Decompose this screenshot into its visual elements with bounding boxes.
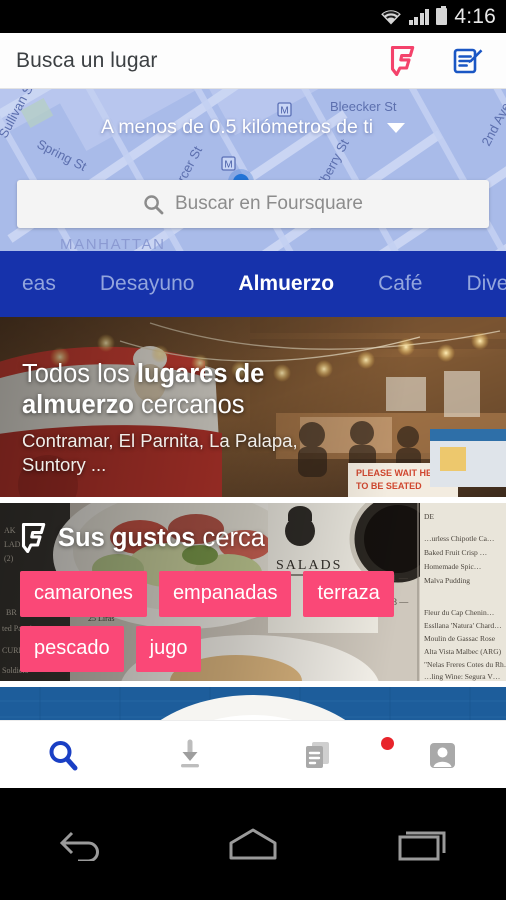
phone-screen: 4:16 Busca un lugar Spring St Mercer St … — [0, 0, 506, 900]
bottom-nav-profile[interactable] — [380, 721, 506, 788]
foursquare-logo-button[interactable] — [386, 45, 418, 77]
map-hero[interactable]: Spring St Mercer St Bleecker St Mulberry… — [0, 89, 506, 251]
cellular-signal-icon — [408, 9, 430, 25]
radius-selector[interactable]: A menos de 0.5 kilómetros de ti — [0, 116, 506, 139]
recents-icon — [398, 831, 446, 861]
download-arrow-icon — [180, 739, 199, 767]
tastes-card-header: Sus gustos cerca — [20, 523, 265, 553]
tab-diversion[interactable]: Diversión — [444, 272, 506, 296]
wifi-icon — [380, 9, 402, 25]
taste-chip[interactable]: empanadas — [158, 571, 292, 617]
profile-notification-badge — [381, 737, 394, 750]
card-tastes-nearby[interactable]: AKLAD(2) BRted Pastries CURESoldiers — [0, 503, 506, 681]
bottom-nav-lists[interactable] — [253, 721, 380, 788]
lunch-title-suffix: cercanos — [133, 391, 245, 419]
home-icon — [229, 828, 277, 860]
chevron-down-icon — [387, 122, 406, 133]
tab-almuerzo[interactable]: Almuerzo — [216, 272, 356, 296]
compose-edit-icon — [453, 48, 482, 73]
taste-chip-list: camarones empanadas terraza pescado jugo — [20, 571, 492, 672]
foursquare-logo-icon — [21, 523, 46, 553]
tastes-title-bold: Sus gustos — [58, 523, 196, 552]
search-input[interactable]: Buscar en Foursquare — [17, 180, 489, 228]
lunch-card-subtitle: Contramar, El Parnita, La Palapa, Suntor… — [22, 430, 298, 475]
bottom-nav-bar — [0, 720, 506, 788]
map-neighborhood-label: MANHATTAN — [60, 236, 166, 251]
status-bar-icons — [380, 6, 448, 25]
back-arrow-icon — [60, 831, 100, 861]
taste-chip[interactable]: terraza — [303, 571, 394, 617]
bottom-nav-search[interactable] — [0, 721, 127, 788]
lunch-card-body: Todos los lugares de almuerzo cercanos C… — [22, 359, 356, 477]
feed: PLEASE WAIT HERETO BE SEATED — [0, 317, 506, 787]
svg-text:M: M — [224, 160, 232, 171]
tastes-title-rest: cerca — [195, 523, 265, 552]
taste-chip[interactable]: jugo — [135, 626, 202, 672]
lunch-card-title: Todos los lugares de almuerzo cercanos — [22, 359, 356, 421]
taste-chip[interactable]: pescado — [20, 626, 124, 672]
app-bar-actions — [386, 45, 490, 77]
app-bar: Busca un lugar — [0, 33, 506, 89]
category-tab-bar[interactable]: eas Desayuno Almuerzo Café Diversión — [0, 251, 506, 317]
svg-text:M: M — [280, 106, 288, 117]
search-placeholder: Buscar en Foursquare — [175, 193, 363, 214]
profile-avatar-icon — [429, 742, 455, 768]
lunch-title-prefix: Todos los — [22, 360, 137, 388]
lists-stack-icon — [306, 741, 330, 768]
android-nav-bar — [0, 788, 506, 900]
tab-ideas[interactable]: eas — [0, 272, 78, 296]
foursquare-logo-icon — [390, 45, 414, 76]
android-recents-button[interactable] — [337, 827, 506, 861]
bottom-nav-saved[interactable] — [127, 721, 254, 788]
card-lunch-places[interactable]: PLEASE WAIT HERETO BE SEATED — [0, 317, 506, 497]
tab-desayuno[interactable]: Desayuno — [78, 272, 217, 296]
android-back-button[interactable] — [0, 827, 169, 861]
search-icon — [49, 740, 78, 770]
tab-cafe[interactable]: Café — [356, 272, 444, 296]
android-home-button[interactable] — [169, 826, 338, 862]
map-street-label: Bleecker St — [330, 99, 397, 114]
status-bar-clock: 4:16 — [454, 4, 496, 28]
page-title: Busca un lugar — [16, 48, 158, 72]
compose-tip-button[interactable] — [452, 45, 484, 77]
radius-label: A menos de 0.5 kilómetros de ti — [100, 116, 374, 138]
tastes-card-title: Sus gustos cerca — [58, 524, 265, 553]
status-bar: 4:16 — [0, 0, 506, 33]
search-icon — [144, 194, 164, 214]
taste-chip[interactable]: camarones — [20, 571, 147, 617]
battery-icon — [436, 6, 448, 25]
